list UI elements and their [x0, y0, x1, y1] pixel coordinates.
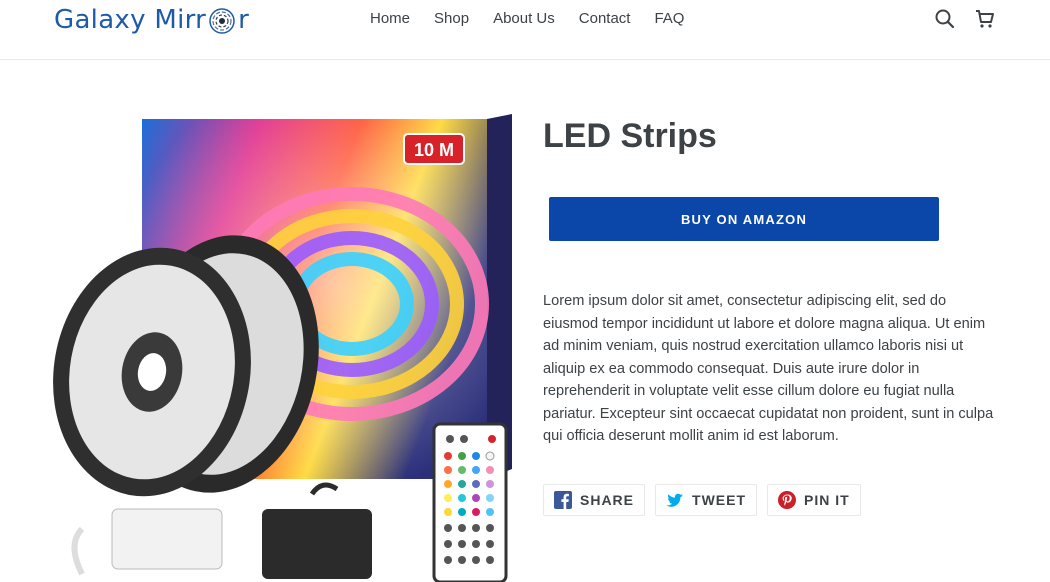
- twitter-icon: [666, 493, 684, 507]
- product-description: Lorem ipsum dolor sit amet, consectetur …: [543, 293, 994, 444]
- nav-shop[interactable]: Shop: [422, 10, 481, 28]
- badge-10m-label: 10 M: [414, 140, 454, 160]
- buy-on-amazon-button[interactable]: BUY ON AMAZON: [549, 197, 939, 241]
- cart-icon[interactable]: [974, 8, 996, 30]
- facebook-icon: [554, 491, 572, 509]
- share-facebook-label: SHARE: [580, 492, 635, 508]
- product-image[interactable]: 10 M: [52, 114, 514, 582]
- search-icon[interactable]: [934, 8, 956, 30]
- nav-contact[interactable]: Contact: [567, 10, 643, 28]
- product-title: LED Strips: [543, 117, 717, 155]
- main-nav: Home Shop About Us Contact FAQ: [358, 10, 696, 28]
- share-facebook-button[interactable]: SHARE: [543, 484, 646, 516]
- header-icons: [934, 8, 996, 30]
- logo-text-part2: r: [238, 5, 250, 35]
- site-header: Galaxy Mirr r Home Shop About Us Contact…: [0, 0, 1050, 60]
- remote-control: [432, 422, 508, 582]
- pinterest-icon: [778, 491, 797, 509]
- social-share: SHARE TWEET PIN IT: [543, 484, 861, 516]
- ir-controller: [71, 508, 223, 576]
- share-pinterest-label: PIN IT: [804, 492, 850, 508]
- nav-about-us[interactable]: About Us: [481, 10, 567, 28]
- logo-swirl-icon: [207, 5, 237, 35]
- logo-text-part1: Galaxy Mirr: [54, 5, 207, 35]
- nav-home[interactable]: Home: [358, 10, 422, 28]
- power-adapter: [262, 482, 372, 579]
- share-twitter-label: TWEET: [692, 492, 747, 508]
- share-twitter-button[interactable]: TWEET: [655, 484, 758, 516]
- site-logo[interactable]: Galaxy Mirr r: [54, 4, 249, 36]
- share-pinterest-button[interactable]: PIN IT: [767, 484, 861, 516]
- nav-faq[interactable]: FAQ: [642, 10, 696, 28]
